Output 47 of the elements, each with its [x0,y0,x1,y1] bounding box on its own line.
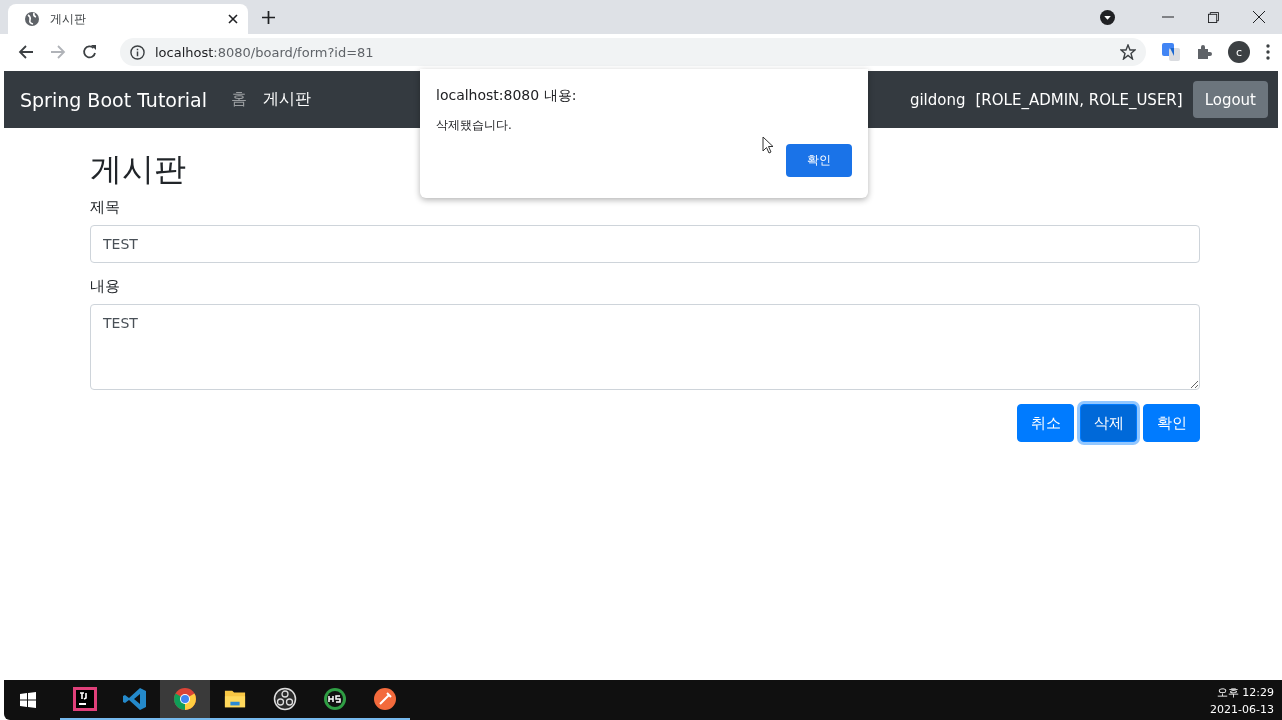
new-tab-icon[interactable] [262,11,275,24]
field-label: 내용 [90,277,121,296]
title-input[interactable]: TEST [90,225,1200,263]
logout-button[interactable]: Logout [1192,81,1268,118]
code-editor-icon [123,687,147,711]
clock-date: 2021-06-13 [1210,702,1274,716]
puzzle-icon[interactable] [1196,44,1212,60]
taskbar-app[interactable] [160,680,210,720]
address-bar[interactable]: localhost:8080/board/form?id=81 [120,38,1146,66]
reload-icon[interactable] [82,44,98,60]
clock-time: 오후 12:29 [1216,684,1274,700]
content-textarea[interactable]: TEST [90,304,1200,390]
folder-icon [223,688,247,710]
pen-app-icon [373,687,397,711]
close-icon[interactable] [228,14,238,24]
browser-tab[interactable]: 게시판 [8,4,248,34]
nav-link[interactable]: 게시판 [263,89,311,110]
star-icon[interactable] [1120,44,1136,60]
user-roles: [ROLE_ADMIN, ROLE_USER] [975,90,1183,109]
cursor-icon [762,136,774,154]
translate-icon[interactable] [1162,43,1180,61]
start-icon[interactable] [20,692,36,708]
info-icon [130,44,145,60]
form-button[interactable]: 확인 [1143,404,1200,442]
menu-icon[interactable] [1266,44,1270,60]
profile-avatar[interactable]: c [1228,41,1250,63]
hs-app-icon [323,687,347,711]
ok-button[interactable]: 확인 [786,144,852,177]
restore-icon[interactable] [1208,12,1219,23]
tab-search-icon[interactable] [1100,10,1115,25]
url-text: localhost:8080/board/form?id=81 [155,44,374,60]
form-button[interactable]: 삭제 [1080,404,1137,442]
globe-icon [24,11,40,27]
username: gildong [909,90,966,109]
dialog-message: 삭제됐습니다. [436,117,513,134]
obs-icon [273,687,297,711]
tab-title: 게시판 [50,10,87,28]
brand-link[interactable]: Spring Boot Tutorial [20,88,207,111]
back-icon[interactable] [18,44,34,60]
dialog-title: localhost:8080 내용: [436,87,578,105]
ide-icon [73,687,97,711]
close-icon[interactable] [1253,11,1265,23]
field-label: 제목 [90,198,121,217]
page-heading: 게시판 [90,149,186,190]
form-button[interactable]: 취소 [1017,404,1074,442]
nav-link[interactable]: 홈 [231,89,247,110]
browser-icon [173,687,197,711]
